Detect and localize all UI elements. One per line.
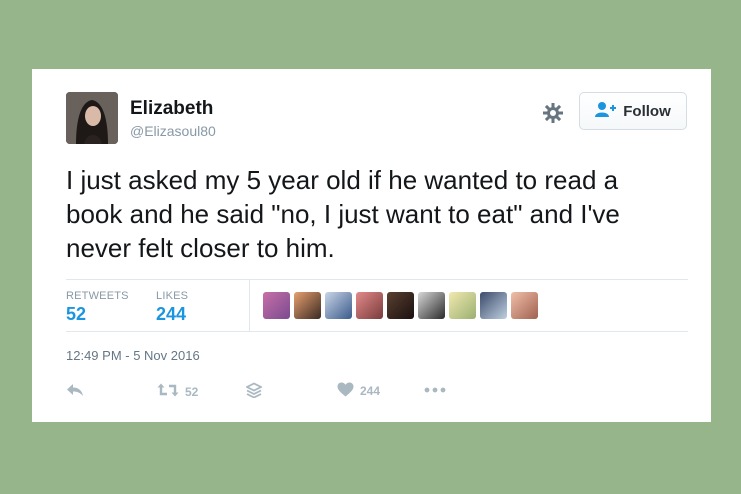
follow-label: Follow — [623, 102, 671, 120]
gear-icon[interactable] — [541, 101, 565, 125]
reply-icon — [66, 382, 84, 401]
stack-icon — [244, 382, 264, 401]
more-icon — [424, 382, 446, 396]
follow-button[interactable]: Follow — [579, 92, 687, 130]
likes-count: 244 — [156, 304, 187, 324]
liker-avatar[interactable] — [294, 292, 321, 319]
divider — [66, 331, 688, 332]
reply-button[interactable] — [66, 382, 84, 401]
liker-avatar[interactable] — [387, 292, 414, 319]
liker-avatar[interactable] — [449, 292, 476, 319]
like-button[interactable]: 244 — [337, 382, 380, 400]
retweet-button[interactable]: 52 — [157, 382, 198, 401]
heart-icon — [337, 382, 354, 400]
retweet-icon — [157, 382, 179, 401]
stack-button[interactable] — [244, 382, 264, 401]
liker-avatar[interactable] — [511, 292, 538, 319]
tweet-text-line: I just asked my 5 year old if he wanted … — [66, 165, 619, 195]
tweet-text-line: book and he said "no, I just want to eat… — [66, 199, 620, 229]
tweet-text: I just asked my 5 year old if he wanted … — [66, 163, 696, 265]
liker-avatar[interactable] — [418, 292, 445, 319]
liker-avatar[interactable] — [325, 292, 352, 319]
tweet-card: Elizabeth @Elizasoul80 Follow I just ask… — [32, 69, 711, 422]
display-name[interactable]: Elizabeth — [130, 98, 213, 120]
more-button[interactable] — [424, 382, 446, 396]
retweets-count: 52 — [66, 304, 87, 324]
liker-avatars — [263, 292, 538, 319]
like-count: 244 — [360, 384, 381, 398]
likes-label: LIKES — [156, 290, 189, 302]
user-handle[interactable]: @Elizasoul80 — [130, 123, 216, 139]
retweets-label: RETWEETS — [66, 290, 129, 302]
tweet-text-line: never felt closer to him. — [66, 233, 335, 263]
liker-avatar[interactable] — [356, 292, 383, 319]
retweets-stat[interactable]: RETWEETS 52 — [66, 290, 129, 325]
follow-person-icon — [595, 101, 617, 121]
liker-avatar[interactable] — [480, 292, 507, 319]
likes-stat[interactable]: LIKES 244 — [156, 290, 188, 325]
divider — [66, 279, 688, 280]
tweet-timestamp[interactable]: 12:49 PM - 5 Nov 2016 — [66, 348, 200, 363]
retweet-count: 52 — [185, 384, 199, 399]
stats-separator — [249, 280, 250, 332]
liker-avatar[interactable] — [263, 292, 290, 319]
avatar[interactable] — [66, 92, 118, 144]
